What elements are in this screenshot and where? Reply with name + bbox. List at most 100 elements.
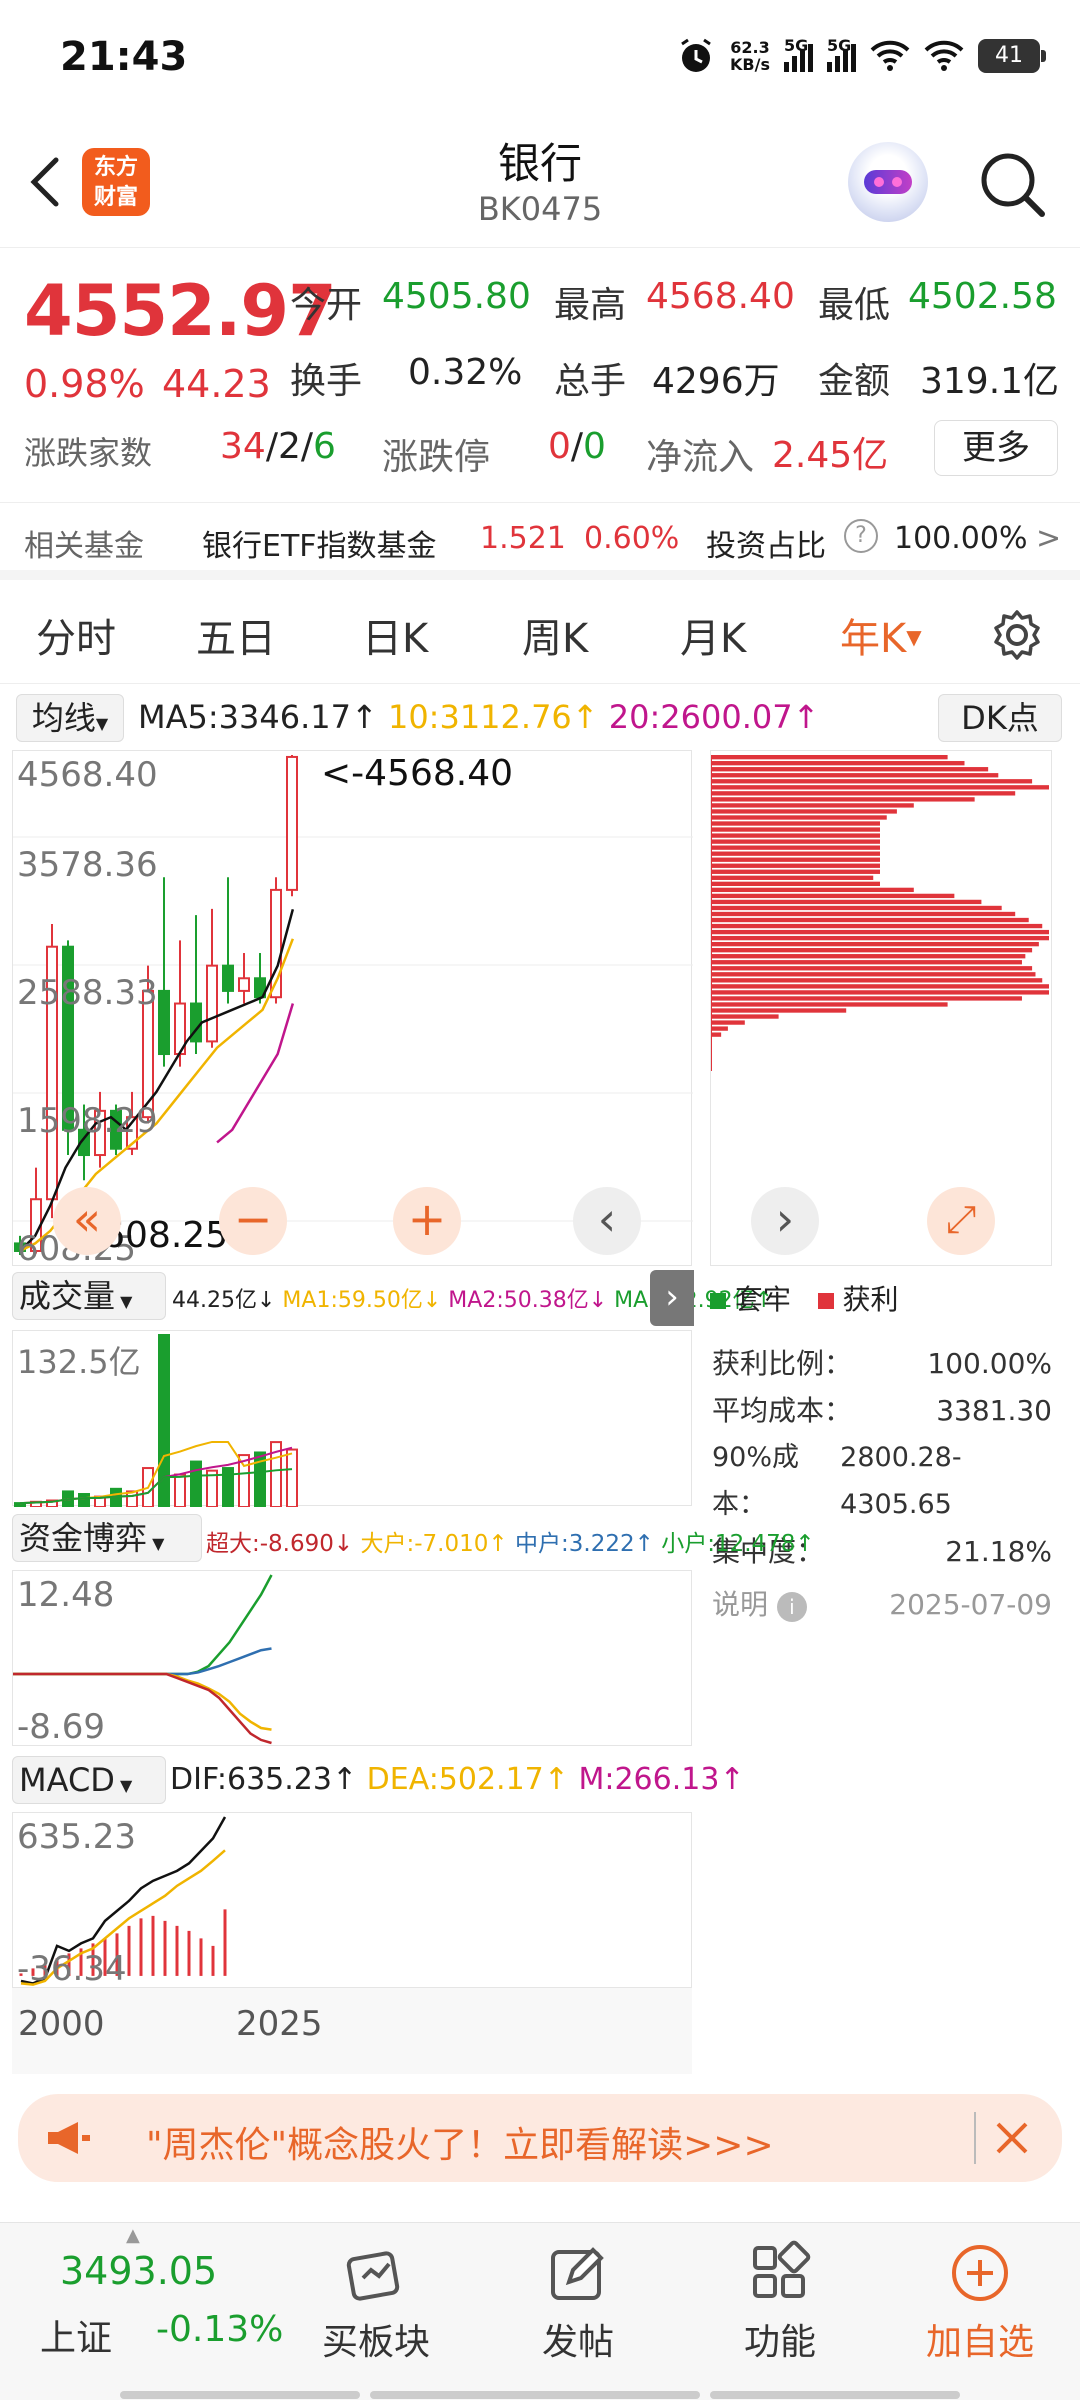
limit-counts: 0/0 xyxy=(548,426,606,467)
profit-legend-swatch xyxy=(817,1293,834,1309)
nav-label: 功能 xyxy=(743,2322,816,2363)
amount-label: 金额 xyxy=(818,361,891,402)
search-icon[interactable] xyxy=(974,146,1050,222)
tab-yearly[interactable]: 年K▼ xyxy=(840,606,922,664)
netflow-value: 2.45亿 xyxy=(772,435,889,476)
signal-2-icon: 5G xyxy=(827,36,856,72)
chip-bar xyxy=(711,869,880,874)
chip-bar xyxy=(711,917,1029,923)
related-fund-row[interactable]: 相关基金 银行ETF指数基金 1.521 0.60% 投资占比 ? 100.00… xyxy=(0,502,1080,580)
change-percent: 0.98% xyxy=(24,362,145,406)
nav-buy-sector[interactable]: 买板块 xyxy=(296,2233,456,2365)
chip-bar xyxy=(711,791,1016,796)
volume-selector[interactable]: 成交量 ▼ xyxy=(12,1272,166,1320)
x-axis-start: 2000 xyxy=(18,2004,105,2044)
chip-bar xyxy=(711,833,880,838)
nav-add-watchlist[interactable]: 加自选 xyxy=(900,2233,1060,2365)
turnover-label: 换手 xyxy=(290,361,363,402)
nav-scroll-indicator-2 xyxy=(370,2391,700,2399)
ratio-value: 100.00% xyxy=(894,521,1028,556)
low-value: 4502.58 xyxy=(908,276,1057,317)
note-link[interactable]: 说明 i xyxy=(712,1581,807,1628)
wifi-icon xyxy=(870,40,910,71)
limit-label: 涨跌停 xyxy=(382,437,491,478)
kline-y-label-2: 3578.36 xyxy=(17,845,158,885)
expand-panel-chevron-icon[interactable]: › xyxy=(650,1270,694,1326)
dropdown-caret-icon: ▼ xyxy=(906,625,922,649)
megaphone-icon xyxy=(48,2122,90,2154)
kline-y-label-top: 4568.40 xyxy=(17,755,158,795)
chip-bar xyxy=(711,990,1049,995)
wifi-2-icon xyxy=(924,40,964,71)
chip-bar xyxy=(711,887,914,893)
scroll-left-button[interactable]: ‹ xyxy=(573,1187,641,1255)
ma20-line xyxy=(216,1003,295,1144)
scroll-start-button[interactable]: « xyxy=(53,1187,121,1255)
chip-bar xyxy=(711,845,880,850)
chip-bar xyxy=(711,972,1036,977)
change-amount: 44.23 xyxy=(162,362,271,406)
chip-bar xyxy=(711,773,999,778)
tab-monthly[interactable]: 月K xyxy=(680,606,746,664)
chip-stats: 获利比例： 100.00% 平均成本： 3381.30 90%成本： 2800.28-… xyxy=(712,1340,1052,1628)
chip-bar xyxy=(711,827,880,832)
x-axis-end: 2025 xyxy=(236,2004,323,2044)
index-value[interactable]: 3493.05 xyxy=(60,2249,217,2293)
tab-five-day[interactable]: 五日 xyxy=(196,606,276,664)
expand-icon[interactable]: ⤢ xyxy=(927,1187,995,1255)
chip-bar xyxy=(711,929,1049,935)
header: 东方 财富 银行 BK0475 xyxy=(0,120,1080,248)
index-pct[interactable]: -0.13% xyxy=(156,2309,283,2350)
mid-investor-line xyxy=(13,1647,272,1676)
chip-bar xyxy=(711,839,880,844)
open-value: 4505.80 xyxy=(382,276,531,317)
open-label: 今开 xyxy=(290,285,363,326)
capital-values: 超大:-8.690↓ 大户:-7.010↑ 中户:3.222↑ 小户:12.47… xyxy=(206,1531,815,1557)
dk-point-button[interactable]: DK点 xyxy=(938,694,1062,742)
chip-bar xyxy=(711,815,887,820)
ma10-value: 10:3112.76↑ xyxy=(387,698,599,736)
nav-scroll-indicator-3 xyxy=(710,2391,960,2399)
tab-weekly[interactable]: 周K xyxy=(522,606,588,664)
chip-bar xyxy=(711,857,880,862)
indicator-selector[interactable]: 均线▼ xyxy=(16,694,124,742)
capital-selector[interactable]: 资金博弈 ▼ xyxy=(12,1514,202,1562)
kline-panel[interactable]: 4568.40 3578.36 2588.33 1598.29 608.25 <… xyxy=(12,750,693,1269)
banner-divider xyxy=(974,2112,976,2164)
chip-bar xyxy=(711,905,1002,911)
chip-bar xyxy=(711,1008,847,1013)
tab-intraday[interactable]: 分时 xyxy=(36,606,116,664)
chip-bar xyxy=(711,960,1022,965)
index-name[interactable]: 上证 xyxy=(40,2309,112,2361)
ma20-value: 20:2600.07↑ xyxy=(608,698,820,736)
edit-icon xyxy=(551,2247,604,2300)
scroll-right-button[interactable]: › xyxy=(751,1187,819,1255)
nav-functions[interactable]: 功能 xyxy=(700,2233,860,2365)
gear-icon[interactable] xyxy=(990,608,1044,662)
zoom-out-button[interactable]: − xyxy=(219,1187,287,1255)
chip-bar xyxy=(711,966,1033,971)
macd-y-top: 635.23 xyxy=(17,1817,136,1857)
nav-post[interactable]: 发帖 xyxy=(498,2233,658,2365)
chip-bar xyxy=(711,755,948,760)
more-button[interactable]: 更多 xyxy=(934,420,1058,476)
help-icon[interactable]: ? xyxy=(844,519,878,553)
volume-y-label: 132.5亿 xyxy=(17,1343,141,1381)
assistant-robot-icon[interactable] xyxy=(848,142,928,222)
volume-ma2-line xyxy=(19,1446,293,1505)
chip-bar xyxy=(711,767,989,772)
updown-counts: 34/2/6 xyxy=(220,426,336,467)
tab-daily[interactable]: 日K xyxy=(362,606,428,664)
chip-bar xyxy=(711,893,955,899)
netflow-label: 净流入 xyxy=(646,437,755,478)
volume-bar xyxy=(174,1473,186,1508)
close-icon[interactable] xyxy=(992,2118,1032,2158)
chevron-right-icon: > xyxy=(1036,521,1062,556)
macd-values: DIF:635.23↑ DEA:502.17↑ M:266.13↑ xyxy=(170,1762,745,1797)
macd-selector[interactable]: MACD ▼ xyxy=(12,1756,166,1804)
chip-bar xyxy=(711,821,880,826)
chip-bar xyxy=(711,779,1033,784)
ma-values: MA5:3346.17↑ 10:3112.76↑ 20:2600.07↑ xyxy=(138,698,819,736)
zoom-in-button[interactable]: + xyxy=(393,1187,461,1255)
promo-banner[interactable]: "周杰伦"概念股火了！立即看解读>>> xyxy=(18,2094,1062,2182)
